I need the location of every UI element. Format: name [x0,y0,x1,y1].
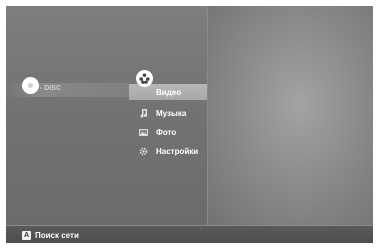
music-icon [138,108,148,118]
a-key-icon[interactable]: A [22,230,31,240]
disc-source-label: DISC [44,85,62,92]
bottom-hint-bar: A Поиск сети [6,225,373,243]
menu-item-music[interactable]: Музыка [129,105,207,121]
menu-item-settings[interactable]: Настройки [129,143,207,159]
settings-icon [138,146,148,156]
preview-panel [207,6,373,225]
film-reel-icon [136,70,153,87]
menu-item-label: Видео [156,87,182,97]
disc-label: - DISC [40,85,61,92]
menu-item-photo[interactable]: Фото [129,124,207,140]
menu-item-label: Фото [156,127,177,137]
network-search-label: Поиск сети [35,230,79,240]
tv-menu-screen: - DISC Видео Музыка Фото Настройки A Пои… [6,6,373,243]
disc-icon [22,77,39,94]
menu-item-label: Музыка [156,108,187,118]
photo-icon [138,127,148,137]
menu-item-label: Настройки [156,146,199,156]
